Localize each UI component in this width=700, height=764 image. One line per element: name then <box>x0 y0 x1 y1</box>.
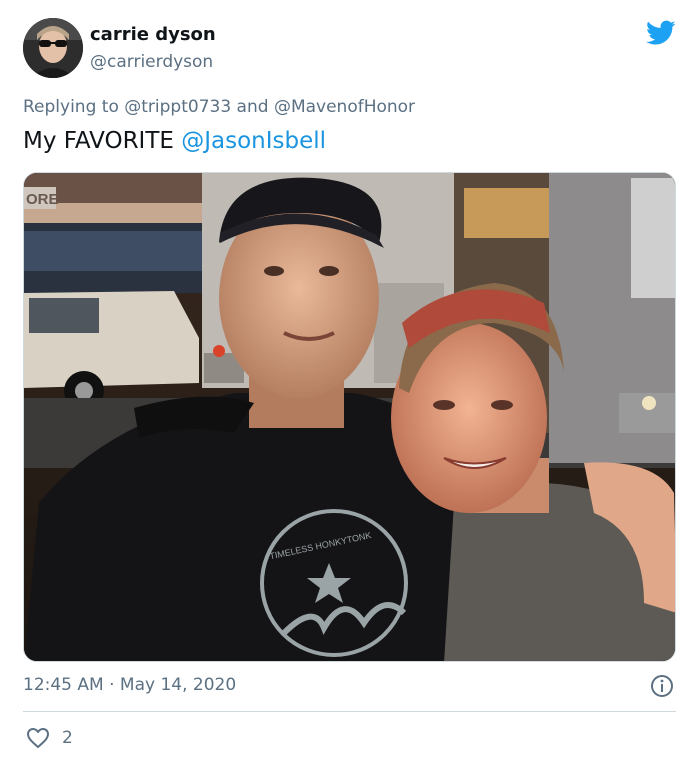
reply-prefix: Replying to <box>23 97 119 117</box>
tweet-date: May 14, 2020 <box>119 675 237 695</box>
mention-link[interactable]: @MavenofHonor <box>274 97 415 117</box>
avatar[interactable] <box>23 18 83 78</box>
heart-icon[interactable] <box>26 726 50 750</box>
tweet-photo[interactable]: ORE TIMELESS HONKYTONK <box>23 172 676 662</box>
avatar-image <box>23 18 83 78</box>
tweet-text: My FAVORITE @JasonIsbell <box>23 126 326 156</box>
tweet-time: 12:45 AM <box>23 675 104 695</box>
like-count: 2 <box>62 728 73 748</box>
mention-link[interactable]: @JasonIsbell <box>181 128 326 154</box>
timestamp-separator: · <box>109 675 115 695</box>
display-name[interactable]: carrie dyson <box>90 24 216 46</box>
mention-link[interactable]: @trippt0733 <box>124 97 231 117</box>
tweet-timestamp[interactable]: 12:45 AM · May 14, 2020 <box>23 674 236 696</box>
reply-joiner: and <box>236 97 269 117</box>
reply-context: Replying to @trippt0733 and @MavenofHono… <box>23 96 415 118</box>
divider <box>23 711 676 712</box>
sign-text: ORE <box>26 191 59 208</box>
user-handle[interactable]: @carrierdyson <box>90 51 213 73</box>
twitter-bird-icon[interactable] <box>646 20 676 46</box>
photo-illustration: ORE TIMELESS HONKYTONK <box>24 173 675 661</box>
info-icon[interactable] <box>650 674 674 698</box>
tweet-body: My FAVORITE <box>23 128 174 154</box>
